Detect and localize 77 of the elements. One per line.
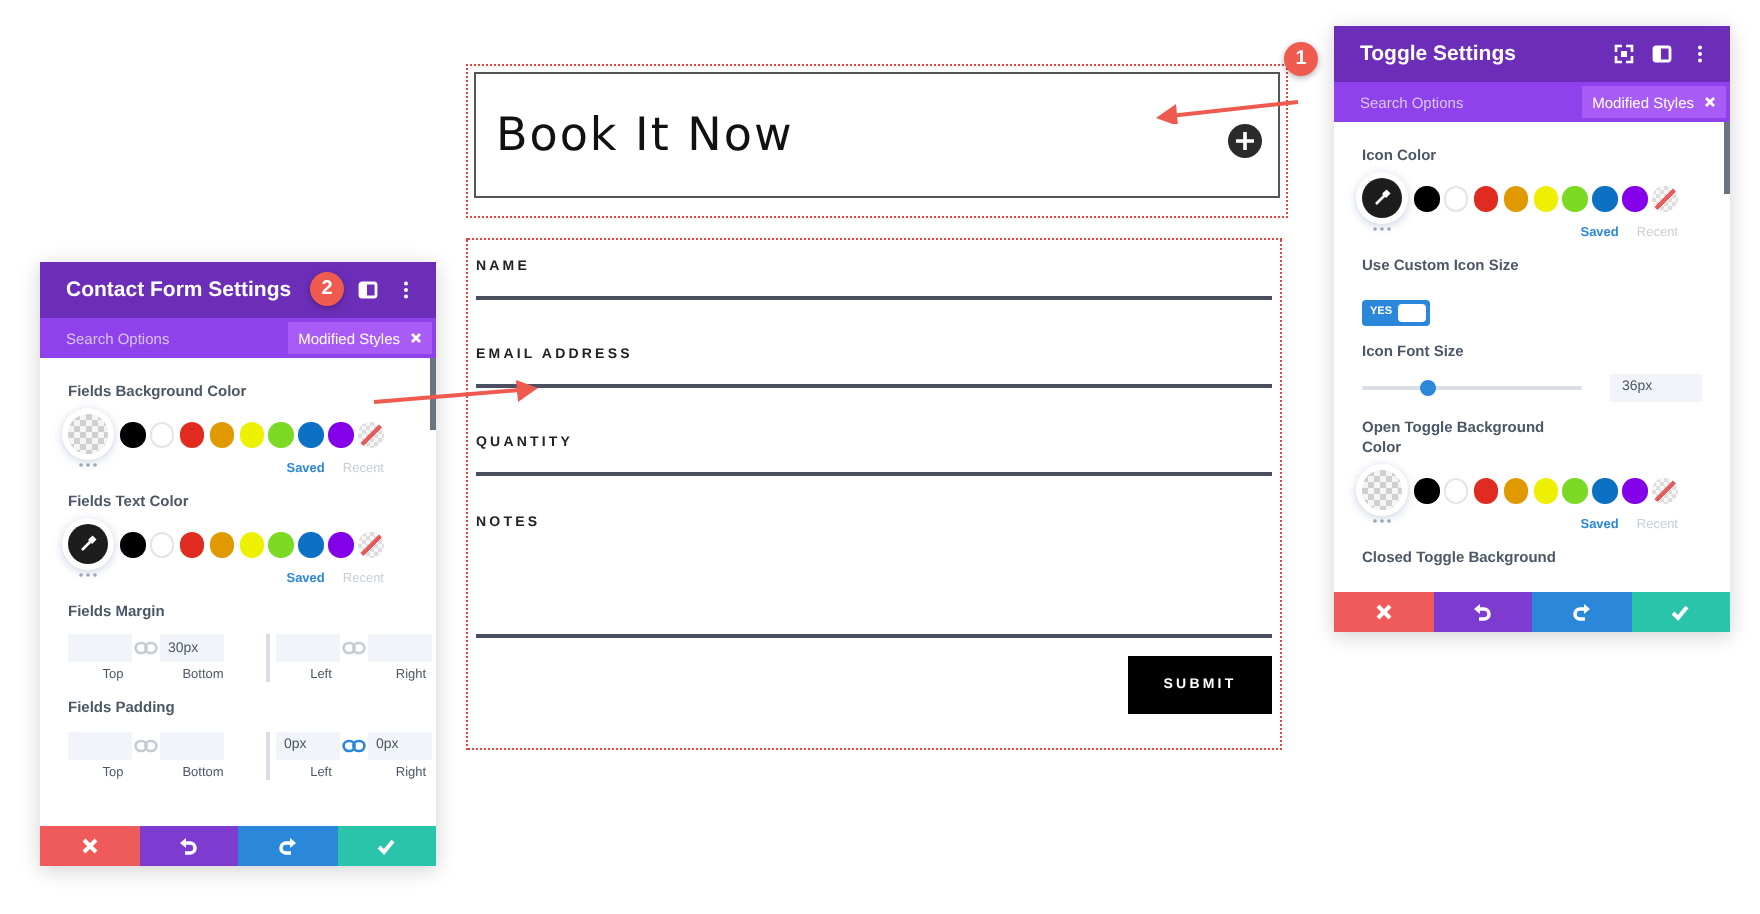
check-button[interactable]	[337, 826, 436, 866]
color-swatch[interactable]	[1592, 478, 1618, 504]
redo-icon	[1571, 602, 1592, 622]
color-swatch[interactable]	[1622, 186, 1648, 212]
slider-handle[interactable]	[1420, 379, 1436, 396]
input-field[interactable]	[276, 634, 340, 663]
no-color-swatch[interactable]	[358, 422, 384, 448]
color-swatch[interactable]	[1622, 478, 1648, 504]
slider-track[interactable]	[1362, 385, 1582, 390]
color-swatch[interactable]	[179, 532, 205, 558]
undo-icon	[1472, 602, 1493, 622]
transparent-swatch[interactable]	[68, 414, 108, 455]
sidebar-icon[interactable]	[1652, 44, 1672, 64]
close-icon	[1373, 602, 1394, 622]
color-swatch[interactable]	[1533, 478, 1559, 504]
input-field[interactable]	[160, 731, 224, 759]
color-swatch[interactable]	[1503, 186, 1529, 212]
color-swatch[interactable]	[209, 422, 235, 448]
check-icon	[1670, 602, 1691, 622]
eyedropper-swatch[interactable]	[1362, 178, 1402, 219]
expand-icon[interactable]	[1614, 44, 1634, 64]
eyedropper-swatch[interactable]	[68, 524, 108, 565]
color-swatch[interactable]	[1443, 478, 1469, 504]
undo-icon	[178, 836, 199, 856]
color-swatch[interactable]	[1503, 478, 1529, 504]
panel-title: Toggle Settings	[1360, 42, 1516, 66]
redo-button[interactable]	[238, 826, 337, 866]
color-swatch[interactable]	[1562, 478, 1588, 504]
color-swatch[interactable]	[209, 532, 235, 558]
no-color-swatch[interactable]	[1652, 478, 1678, 504]
color-swatch[interactable]	[298, 532, 324, 558]
scrollbar-thumb[interactable]	[1724, 122, 1730, 194]
color-swatch[interactable]	[268, 422, 294, 448]
color-swatch[interactable]	[1533, 186, 1559, 212]
color-swatch[interactable]	[149, 532, 175, 558]
sidebar-icon[interactable]	[358, 280, 378, 300]
color-swatch[interactable]	[1592, 186, 1618, 212]
color-swatch[interactable]	[239, 532, 265, 558]
color-swatch[interactable]	[1473, 186, 1499, 212]
close-button[interactable]	[1334, 592, 1433, 632]
scrollbar-thumb[interactable]	[430, 358, 436, 430]
transparent-swatch[interactable]	[1362, 470, 1402, 511]
undo-button[interactable]	[139, 826, 238, 866]
link-icon[interactable]	[342, 737, 366, 753]
color-swatch[interactable]	[120, 422, 145, 448]
color-swatch[interactable]	[1473, 478, 1499, 504]
panel-title: Contact Form Settings	[66, 278, 292, 302]
color-swatch[interactable]	[179, 422, 205, 448]
step-badge: 1	[1284, 42, 1318, 76]
color-swatch[interactable]	[1562, 186, 1588, 212]
color-swatch[interactable]	[328, 422, 354, 448]
check-button[interactable]	[1631, 592, 1730, 632]
toggle-title: Book It Now	[496, 109, 794, 161]
color-swatch[interactable]	[120, 532, 145, 558]
color-swatch[interactable]	[239, 422, 265, 448]
undo-button[interactable]	[1433, 592, 1532, 632]
color-swatch[interactable]	[1443, 186, 1469, 212]
color-swatch[interactable]	[328, 532, 354, 558]
close-button[interactable]	[40, 826, 139, 866]
color-swatch[interactable]	[1414, 186, 1439, 212]
toggle-module[interactable]: Book It Now	[474, 72, 1280, 198]
plus-icon[interactable]	[1228, 124, 1262, 158]
no-color-swatch[interactable]	[1652, 186, 1678, 212]
check-icon	[376, 836, 397, 856]
input-field[interactable]	[68, 634, 132, 663]
redo-button[interactable]	[1532, 592, 1631, 632]
color-swatch[interactable]	[268, 532, 294, 558]
close-icon	[79, 836, 100, 856]
color-swatch[interactable]	[149, 422, 175, 448]
input-field[interactable]	[368, 634, 432, 663]
close-icon[interactable]	[1704, 96, 1716, 108]
input-field[interactable]	[68, 731, 132, 759]
color-swatch[interactable]	[1414, 478, 1439, 504]
no-color-swatch[interactable]	[358, 532, 384, 558]
close-icon[interactable]	[410, 332, 422, 344]
redo-icon	[277, 836, 298, 856]
color-swatch[interactable]	[298, 422, 324, 448]
